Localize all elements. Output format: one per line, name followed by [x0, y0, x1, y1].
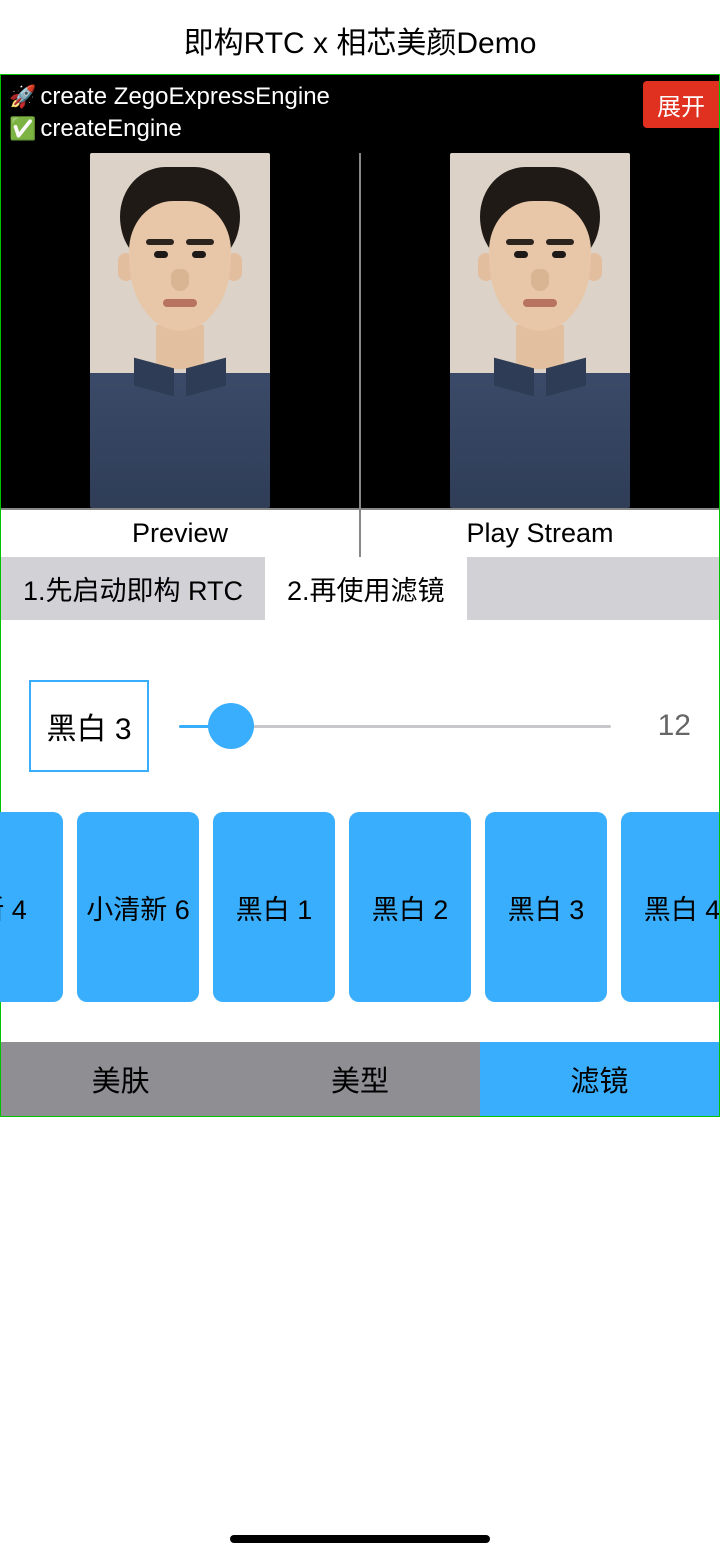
home-indicator[interactable] — [230, 1535, 490, 1543]
log-text: createEngine — [40, 115, 181, 143]
step-filter[interactable]: 2.再使用滤镜 — [265, 557, 467, 620]
portrait-placeholder — [450, 153, 630, 508]
page-title: 即构RTC x 相芯美颜Demo — [0, 0, 720, 74]
main-area: 🚀 create ZegoExpressEngine ✅ createEngin… — [0, 74, 720, 1117]
intensity-slider[interactable] — [179, 706, 611, 746]
log-row: ✅ createEngine — [9, 113, 711, 145]
slider-value: 12 — [641, 709, 691, 743]
filter-list[interactable]: 新 4 小清新 6 黑白 1 黑白 2 黑白 3 黑白 4 — [0, 812, 719, 1042]
preview-video[interactable] — [1, 153, 359, 508]
preview-label: Preview — [1, 510, 359, 557]
filter-card[interactable]: 新 4 — [0, 812, 63, 1002]
filter-card[interactable]: 黑白 4 — [621, 812, 719, 1002]
beauty-tabs: 美肤 美型 滤镜 — [1, 1042, 719, 1116]
filter-card[interactable]: 黑白 3 — [485, 812, 607, 1002]
tab-filter[interactable]: 滤镜 — [480, 1042, 719, 1116]
tab-shape[interactable]: 美型 — [240, 1042, 479, 1116]
step-rtc[interactable]: 1.先启动即构 RTC — [1, 557, 265, 620]
current-filter-name: 黑白 3 — [29, 680, 149, 772]
steps-row: 1.先启动即构 RTC 2.再使用滤镜 — [1, 557, 719, 620]
filter-card[interactable]: 小清新 6 — [77, 812, 199, 1002]
slider-thumb[interactable] — [208, 703, 254, 749]
filter-card[interactable]: 黑白 2 — [349, 812, 471, 1002]
slider-section: 黑白 3 12 — [1, 620, 719, 812]
playstream-video[interactable] — [359, 153, 719, 508]
playstream-label: Play Stream — [359, 510, 719, 557]
tab-skin[interactable]: 美肤 — [1, 1042, 240, 1116]
app-root: 即构RTC x 相芯美颜Demo 🚀 create ZegoExpressEng… — [0, 0, 720, 1557]
filter-card[interactable]: 黑白 1 — [213, 812, 335, 1002]
log-text: create ZegoExpressEngine — [40, 83, 330, 111]
video-row — [1, 153, 719, 508]
portrait-placeholder — [90, 153, 270, 508]
check-icon: ✅ — [9, 118, 36, 140]
rocket-icon: 🚀 — [9, 86, 36, 108]
log-row: 🚀 create ZegoExpressEngine — [9, 81, 711, 113]
video-labels: Preview Play Stream — [1, 508, 719, 557]
log-panel: 🚀 create ZegoExpressEngine ✅ createEngin… — [1, 75, 719, 153]
expand-button[interactable]: 展开 — [643, 81, 719, 128]
